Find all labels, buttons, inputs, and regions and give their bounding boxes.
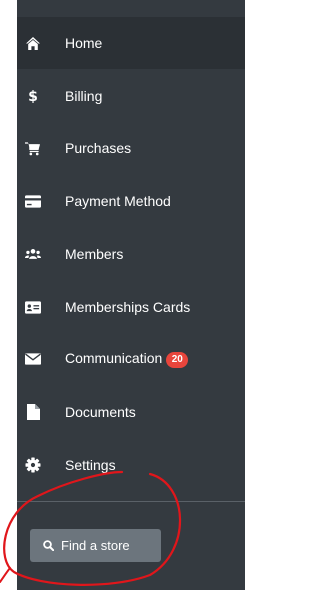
sidebar-item-label: Documents [65,404,136,420]
sidebar-item-communication[interactable]: Communication 20 [17,333,245,385]
gear-icon [25,457,41,473]
sidebar-item-billing[interactable]: $ Billing [17,70,245,122]
sidebar-item-text: Communication [65,350,163,366]
sidebar-item-home[interactable]: Home [17,17,245,69]
sidebar-item-documents[interactable]: Documents [17,386,245,438]
notification-badge: 20 [166,352,189,368]
sidebar-item-settings[interactable]: Settings [17,439,245,491]
sidebar-item-label: Communication 20 [65,350,189,368]
dollar-icon: $ [25,88,41,104]
sidebar-item-label: Home [65,35,103,51]
cart-icon [25,140,41,156]
sidebar-item-label: Settings [65,457,116,473]
users-icon [25,246,41,262]
search-icon [43,540,54,551]
sidebar: Home $ Billing Purchases Payment Method … [17,0,245,590]
envelope-icon [25,351,41,367]
sidebar-item-label: Payment Method [65,193,171,209]
sidebar-item-purchases[interactable]: Purchases [17,122,245,174]
sidebar-item-members[interactable]: Members [17,228,245,280]
credit-card-icon [25,193,41,209]
sidebar-item-payment-method[interactable]: Payment Method [17,175,245,227]
file-icon [25,404,41,420]
sidebar-item-label: Memberships Cards [65,299,191,315]
sidebar-item-memberships-cards[interactable]: Memberships Cards [17,281,245,333]
home-icon [25,35,41,51]
svg-text:$: $ [28,89,38,104]
sidebar-item-label: Billing [65,88,103,104]
id-card-icon [25,299,41,315]
sidebar-item-label: Members [65,246,124,262]
find-store-button[interactable]: Find a store [30,529,161,562]
sidebar-item-label: Purchases [65,140,132,156]
find-store-label: Find a store [61,538,130,553]
divider [17,501,245,502]
